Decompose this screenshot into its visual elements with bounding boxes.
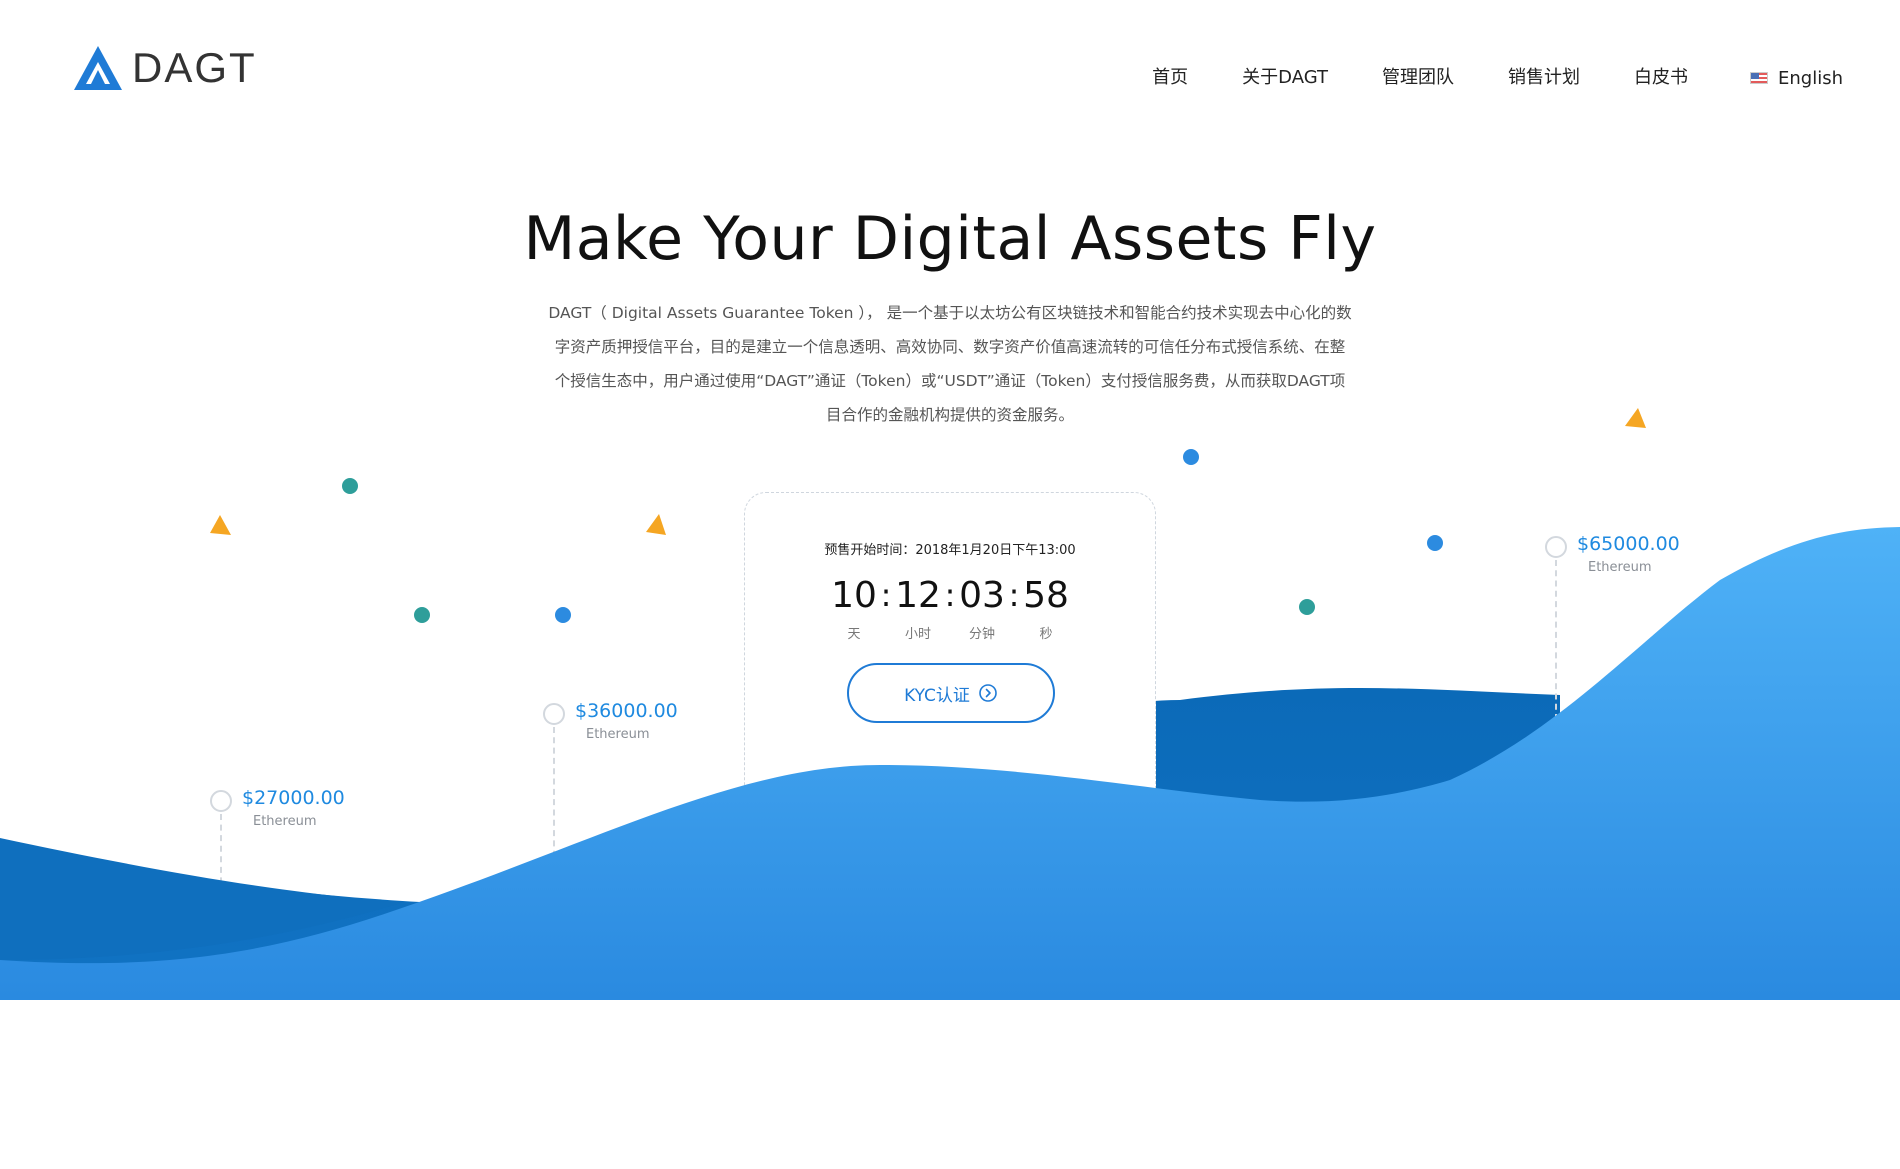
countdown-hours-label: 小时 — [904, 627, 931, 642]
marker-stem — [220, 814, 222, 894]
teal-dot-decoration — [342, 478, 358, 494]
countdown-hours-value: 12 — [895, 575, 941, 616]
chevron-circle-right-icon — [979, 684, 997, 702]
blue-dot-decoration — [1427, 535, 1443, 551]
marker-price: $27000.00 — [242, 787, 345, 809]
countdown-separator: : — [1008, 576, 1020, 614]
brand-logo[interactable]: DAGT — [74, 46, 257, 90]
teal-dot-decoration — [414, 607, 430, 623]
dagt-triangle-logo-icon — [74, 46, 122, 90]
orange-triangle-decoration — [210, 515, 231, 535]
countdown-seconds-value: 58 — [1023, 575, 1069, 616]
language-switcher[interactable]: English — [1750, 68, 1843, 89]
blue-dot-decoration — [1183, 449, 1199, 465]
nav-item-team[interactable]: 管理团队 — [1382, 64, 1454, 92]
countdown-seconds: 58 秒 — [1020, 575, 1072, 642]
nav-item-home[interactable]: 首页 — [1152, 64, 1188, 92]
hero-title: Make Your Digital Assets Fly — [523, 204, 1377, 274]
orange-triangle-decoration — [646, 514, 666, 535]
main-nav: 首页 关于DAGT 管理团队 销售计划 白皮书 English — [1152, 64, 1843, 92]
nav-item-about[interactable]: 关于DAGT — [1242, 64, 1328, 92]
presale-start-time: 预售开始时间：2018年1月20日下午13:00 — [824, 543, 1076, 558]
hero-description: DAGT（ Digital Assets Guarantee Token ）， … — [548, 304, 1352, 424]
language-label: English — [1778, 67, 1843, 89]
marker-coin: Ethereum — [586, 727, 650, 742]
kyc-button-label: KYC认证 — [904, 685, 970, 706]
marker-stem — [553, 727, 555, 867]
marker-ring — [543, 703, 565, 725]
brand-name: DAGT — [132, 44, 257, 91]
countdown-seconds-label: 秒 — [1039, 627, 1053, 642]
marker-price: $65000.00 — [1577, 533, 1680, 555]
marker-ring — [1545, 536, 1567, 558]
marker-ring — [210, 790, 232, 812]
marker-coin: Ethereum — [1588, 560, 1652, 575]
countdown-minutes-value: 03 — [959, 575, 1005, 616]
countdown-days-label: 天 — [847, 627, 861, 642]
countdown-minutes-label: 分钟 — [968, 627, 995, 642]
orange-triangle-decoration — [1625, 408, 1646, 428]
nav-item-sale-plan[interactable]: 销售计划 — [1508, 64, 1580, 92]
marker-stem — [1555, 560, 1557, 720]
marker-coin: Ethereum — [253, 814, 317, 829]
us-flag-icon — [1750, 72, 1768, 84]
marker-price: $36000.00 — [575, 700, 678, 722]
kyc-button[interactable]: KYC认证 — [847, 663, 1055, 723]
site-header: DAGT 首页 关于DAGT 管理团队 销售计划 白皮书 English — [0, 0, 1900, 160]
countdown-hours: 12 小时 — [892, 575, 944, 642]
countdown-minutes: 03 分钟 — [956, 575, 1008, 642]
blue-dot-decoration — [555, 607, 571, 623]
countdown-days-value: 10 — [831, 575, 877, 616]
presale-countdown-card: 预售开始时间：2018年1月20日下午13:00 10 天 : 12 小时 : … — [744, 492, 1156, 812]
dark-wave-left — [0, 838, 405, 960]
countdown-separator: : — [944, 576, 956, 614]
nav-item-whitepaper[interactable]: 白皮书 — [1634, 64, 1688, 92]
countdown-separator: : — [880, 576, 892, 614]
countdown-timer: 10 天 : 12 小时 : 03 分钟 : 58 秒 — [745, 575, 1155, 642]
countdown-days: 10 天 — [828, 575, 880, 642]
teal-dot-decoration — [1299, 599, 1315, 615]
